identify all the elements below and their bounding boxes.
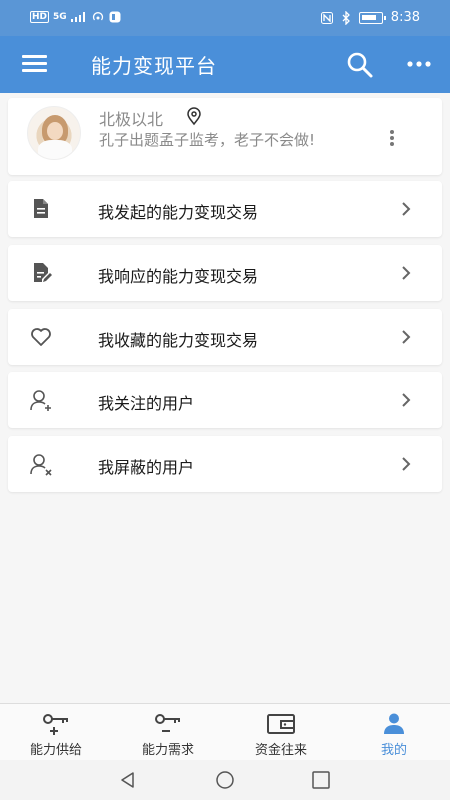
menu-item-initiated-trades[interactable]: 我发起的能力变现交易 (8, 181, 442, 237)
profile-name: 北极以北 (99, 110, 164, 129)
chevron-right-icon (402, 330, 411, 344)
tab-label: 资金往来 (254, 743, 307, 758)
tab-fund-transactions[interactable]: 资金往来 (225, 704, 337, 761)
menu-item-followed-users[interactable]: 我关注的用户 (8, 372, 442, 428)
key-plus-icon (43, 714, 68, 735)
tab-ability-demand[interactable]: 能力需求 (112, 704, 224, 761)
tab-label: 能力需求 (141, 743, 194, 758)
nfc-icon (320, 11, 333, 24)
status-bar: HD 5G 8:38 (0, 0, 450, 36)
menu-item-label: 我关注的用户 (98, 394, 195, 413)
notification-icon (109, 11, 121, 23)
clock: 8:38 (390, 10, 420, 25)
user-add-icon (30, 390, 51, 411)
menu-item-responded-trades[interactable]: 我响应的能力变现交易 (8, 245, 442, 301)
search-icon[interactable] (346, 51, 374, 79)
key-minus-icon (155, 714, 180, 732)
menu-item-favorited-trades[interactable]: 我收藏的能力变现交易 (8, 309, 442, 365)
tab-ability-supply[interactable]: 能力供给 (0, 704, 112, 761)
signal-icon (70, 12, 85, 22)
chevron-right-icon (402, 266, 411, 280)
profile-bio: 孔子出题孟子监考，老子不会做! (99, 131, 316, 149)
menu-item-label: 我响应的能力变现交易 (98, 267, 259, 286)
home-icon[interactable] (215, 770, 235, 790)
wallet-icon (267, 714, 295, 734)
tab-mine[interactable]: 我的 (338, 704, 450, 761)
avatar[interactable] (27, 106, 81, 160)
document-edit-icon (34, 263, 52, 282)
location-pin-icon[interactable] (184, 106, 204, 126)
hd-badge: HD (30, 11, 50, 23)
tab-label: 我的 (380, 743, 407, 758)
tab-label: 能力供给 (29, 743, 82, 758)
chevron-right-icon (402, 202, 411, 216)
chevron-right-icon (402, 457, 411, 471)
status-right: 8:38 (320, 10, 420, 25)
heart-icon (31, 328, 51, 346)
status-left: HD 5G (30, 11, 121, 23)
hamburger-menu-icon[interactable] (22, 53, 48, 75)
network-label: 5G (53, 12, 67, 22)
app-title: 能力变现平台 (91, 54, 217, 78)
menu-item-label: 我屏蔽的用户 (98, 458, 195, 477)
back-icon[interactable] (118, 770, 138, 790)
menu-item-blocked-users[interactable]: 我屏蔽的用户 (8, 436, 442, 492)
system-navigation-bar (0, 760, 450, 800)
chevron-right-icon (402, 393, 411, 407)
profile-card[interactable]: 北极以北 孔子出题孟子监考，老子不会做! (8, 98, 442, 175)
recents-icon[interactable] (311, 770, 331, 790)
menu-item-label: 我收藏的能力变现交易 (98, 331, 259, 350)
battery-icon (358, 11, 386, 24)
menu-item-label: 我发起的能力变现交易 (98, 203, 259, 222)
bottom-navigation: 能力供给 能力需求 资金往来 我的 (0, 703, 450, 760)
more-vertical-icon[interactable] (386, 128, 398, 150)
app-bar: 能力变现平台 (0, 36, 450, 93)
document-icon (34, 199, 48, 218)
bluetooth-icon (342, 10, 350, 25)
person-icon (384, 713, 404, 734)
user-block-icon (30, 454, 52, 476)
hotspot-icon (92, 12, 103, 21)
more-horizontal-icon[interactable] (404, 52, 434, 76)
